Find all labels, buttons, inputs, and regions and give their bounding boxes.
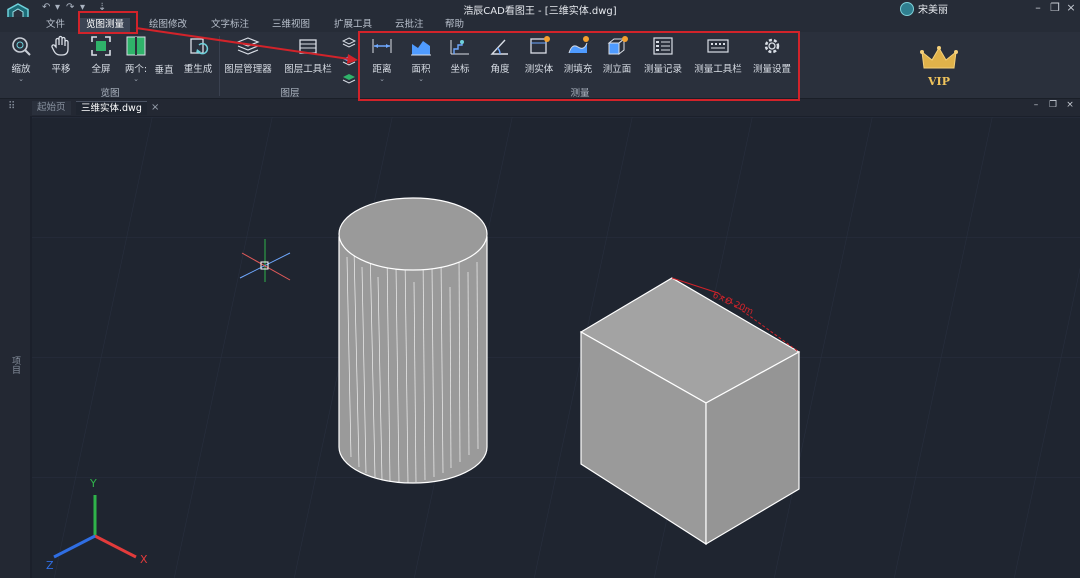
- highlight-arrow: [135, 27, 358, 64]
